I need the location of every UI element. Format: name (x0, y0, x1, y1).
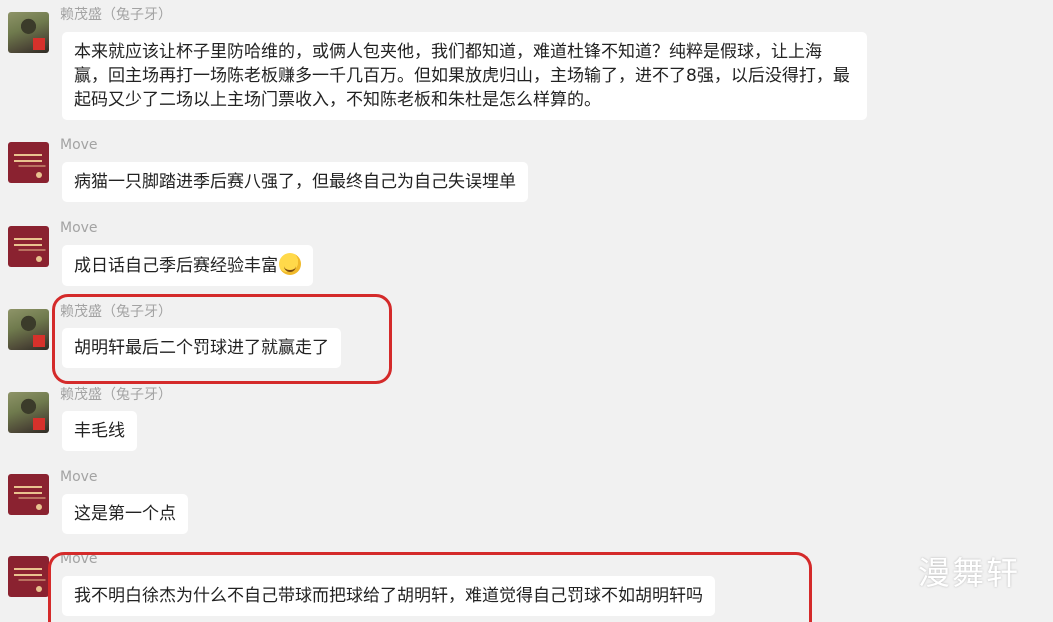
message-bubble: 丰毛线 (62, 411, 137, 451)
avatar[interactable] (8, 474, 49, 515)
sender-name: Move (60, 551, 98, 567)
sender-name: 赖茂盛（兔子牙） (60, 7, 172, 23)
sender-name: Move (60, 220, 98, 236)
avatar[interactable] (8, 556, 49, 597)
message-bubble: 成日话自己季后赛经验丰富 (62, 245, 313, 286)
sender-name: 赖茂盛（兔子牙） (60, 387, 172, 403)
message-bubble: 这是第一个点 (62, 494, 188, 534)
sender-name: Move (60, 137, 98, 153)
watermark: 漫舞轩 (918, 554, 1021, 592)
message-bubble: 我不明白徐杰为什么不自己带球而把球给了胡明轩，难道觉得自己罚球不如胡明轩吗 (62, 576, 715, 616)
sender-name: Move (60, 469, 98, 485)
message-text: 成日话自己季后赛经验丰富 (74, 256, 278, 276)
sender-name: 赖茂盛（兔子牙） (60, 304, 172, 320)
laughing-tears-emoji-icon (279, 253, 301, 275)
message-bubble: 本来就应该让杯子里防哈维的，或俩人包夹他，我们都知道，难道杜锋不知道？纯粹是假球… (62, 32, 867, 120)
avatar[interactable] (8, 309, 49, 350)
message-bubble: 病猫一只脚踏进季后赛八强了，但最终自己为自己失误埋单 (62, 162, 528, 202)
avatar[interactable] (8, 226, 49, 267)
avatar[interactable] (8, 12, 49, 53)
message-bubble: 胡明轩最后二个罚球进了就赢走了 (62, 328, 341, 368)
avatar[interactable] (8, 142, 49, 183)
avatar[interactable] (8, 392, 49, 433)
